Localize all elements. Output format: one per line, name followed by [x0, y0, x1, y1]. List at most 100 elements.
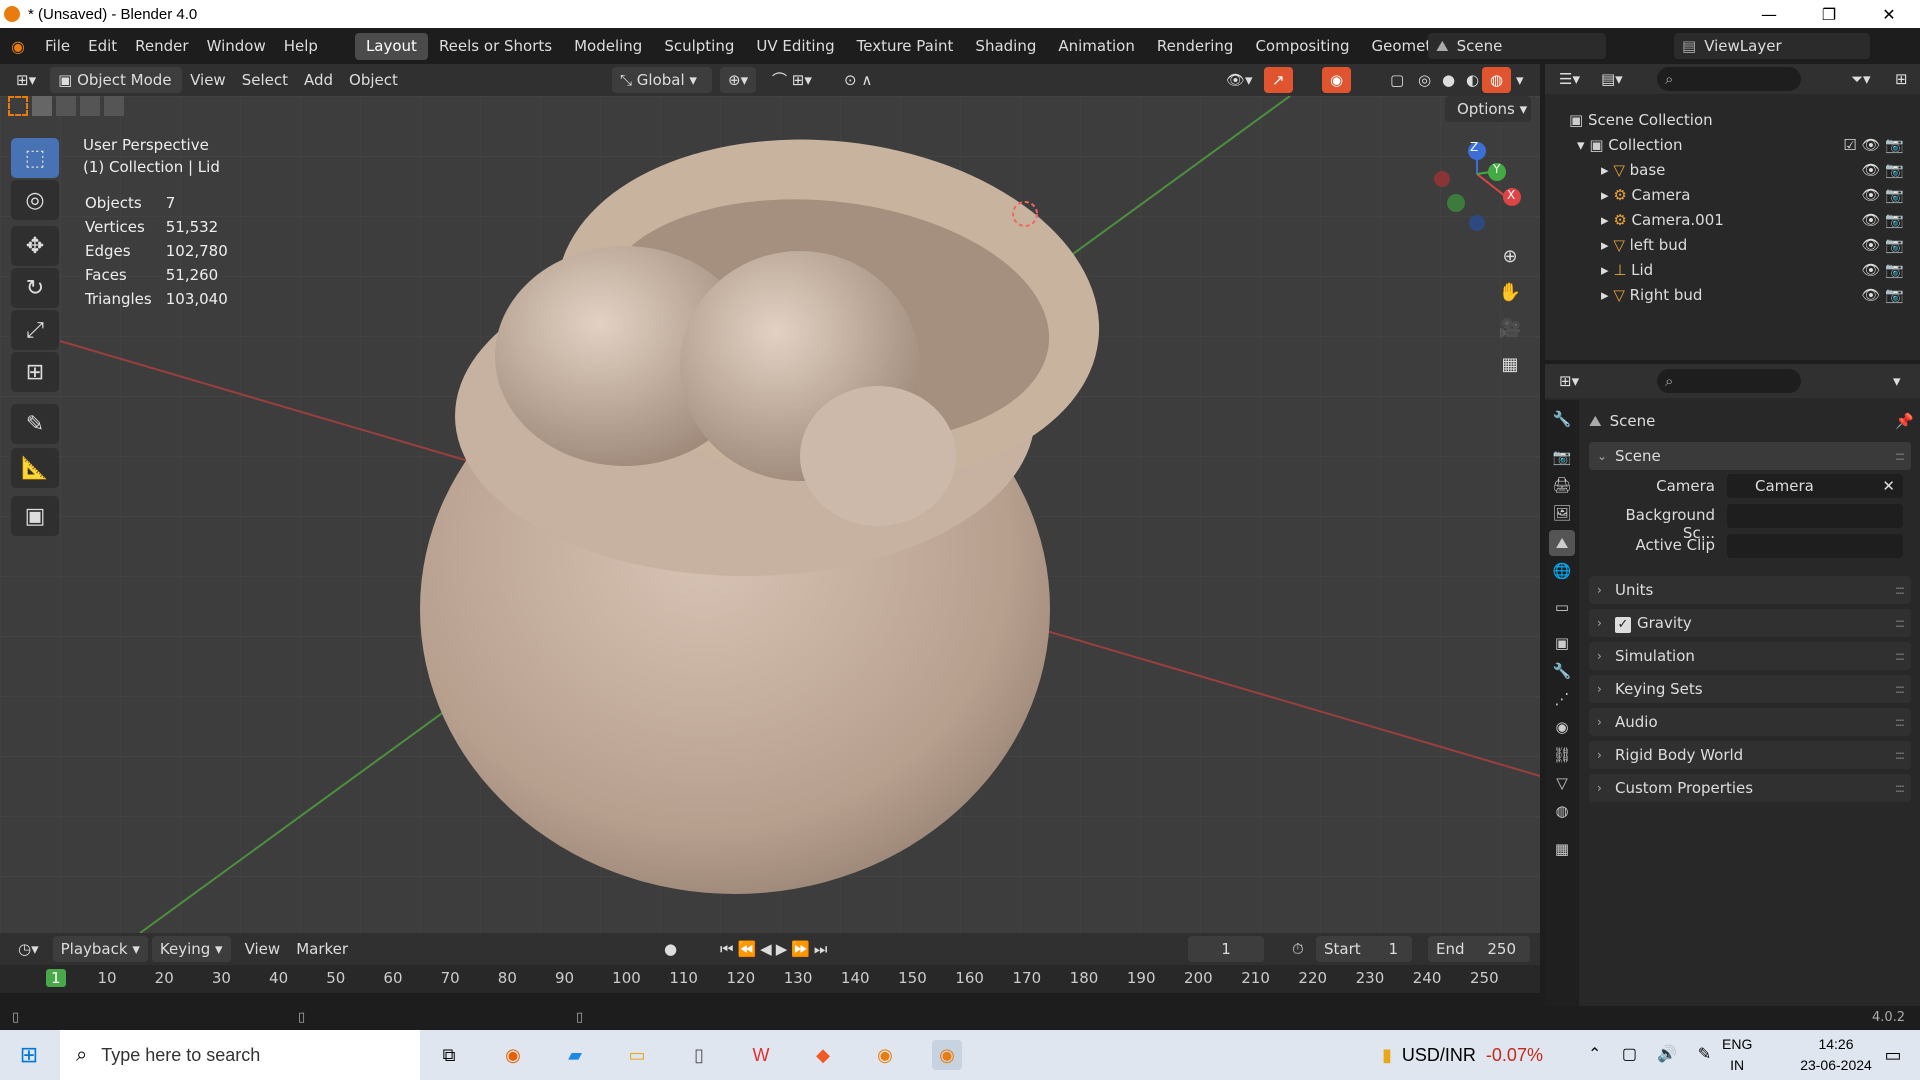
transform-orientation-dropdown[interactable]: ⤡ Global ▾ [612, 67, 712, 93]
select-subtract-icon[interactable] [56, 96, 76, 116]
select-intersect-icon[interactable] [104, 96, 124, 116]
tab-rendering[interactable]: Rendering [1146, 33, 1245, 60]
rigid-body-world-panel[interactable]: › Rigid Body World:::: [1589, 741, 1911, 769]
tab-modeling[interactable]: Modeling [563, 33, 653, 60]
overlay-toggle-icon[interactable]: ◉ [1322, 67, 1352, 93]
keying-dropdown[interactable]: Keying ▾ [151, 936, 231, 962]
move-tool-icon[interactable]: ✥ [11, 226, 59, 266]
transform-tool-icon[interactable]: ⊞ [11, 352, 59, 392]
pivot-point-icon[interactable]: ⊕▾ [720, 67, 757, 93]
outliner-item-camera-001[interactable]: ▸ ⚙ Camera.001 👁 📷 [1545, 208, 1920, 233]
minimize-button[interactable]: — [1740, 0, 1798, 28]
zoom-icon[interactable]: ⊕ [1496, 242, 1524, 270]
start-frame-field[interactable]: Start 1 [1316, 936, 1412, 962]
simulation-panel[interactable]: › Simulation:::: [1589, 642, 1911, 670]
menu-help[interactable]: Help [275, 28, 327, 64]
new-collection-icon[interactable]: ⊞ [1887, 66, 1916, 92]
properties-options-icon[interactable]: ▾ [1885, 368, 1909, 394]
row-toggles-icon[interactable]: 👁 📷 [1862, 283, 1905, 308]
annotate-tool-icon[interactable]: ✎ [11, 404, 59, 444]
menu-window[interactable]: Window [198, 28, 275, 64]
audio-panel[interactable]: › Audio:::: [1589, 708, 1911, 736]
tab-texture-paint[interactable]: Texture Paint [846, 33, 965, 60]
world-tab-icon[interactable]: 🌐 [1549, 558, 1575, 584]
editor-type-button[interactable]: ⊞▾ [8, 67, 44, 93]
physics-tab-icon[interactable]: ◉ [1549, 714, 1575, 740]
menu-edit[interactable]: Edit [79, 28, 126, 64]
tool-tab-icon[interactable]: 🔧 [1549, 406, 1575, 432]
3d-viewport[interactable]: Z Y X User Perspective (1) Collection | … [0, 96, 1540, 933]
outliner-editor-icon[interactable]: ☰▾ [1551, 66, 1588, 92]
row-toggles-icon[interactable]: 👁 📷 [1862, 183, 1905, 208]
proportional-edit-icon[interactable]: ⊙ ∧ [836, 67, 880, 93]
end-frame-field[interactable]: End 250 [1428, 936, 1530, 962]
drag-handle-icon[interactable]: :::: [1895, 442, 1905, 470]
task-view-icon[interactable]: ⧉ [434, 1040, 464, 1070]
timeline-editor-icon[interactable]: ◷▾ [10, 936, 47, 962]
particles-tab-icon[interactable]: ⋰ [1549, 686, 1575, 712]
gizmo-toggle-icon[interactable]: ↗ [1264, 67, 1293, 93]
brave-browser-icon[interactable]: ◆ [808, 1040, 838, 1070]
currency-widget[interactable]: ▮ USD/INR -0.07% [1382, 1030, 1543, 1080]
add-menu[interactable]: Add [296, 67, 341, 93]
notifications-icon[interactable]: ▭ [1878, 1040, 1908, 1070]
material-tab-icon[interactable]: ◍ [1549, 798, 1575, 824]
pan-hand-icon[interactable]: ✋ [1496, 278, 1524, 306]
filter-icon[interactable]: ⏷▾ [1843, 66, 1879, 92]
firefox-icon[interactable]: ◉ [498, 1040, 528, 1070]
menu-render[interactable]: Render [126, 28, 197, 64]
tab-compositing[interactable]: Compositing [1244, 33, 1360, 60]
row-toggles-icon[interactable]: 👁 📷 [1862, 158, 1905, 183]
tab-shading[interactable]: Shading [964, 33, 1047, 60]
close-button[interactable]: ✕ [1860, 0, 1918, 28]
playback-dropdown[interactable]: Playback ▾ [52, 936, 148, 962]
properties-editor-icon[interactable]: ⊞▾ [1551, 368, 1587, 394]
select-new-icon[interactable] [8, 96, 28, 116]
scene-panel-header[interactable]: ⌄ Scene:::: [1589, 442, 1911, 470]
visibility-icon[interactable]: 👁▾ [1218, 67, 1261, 93]
outliner-item-camera[interactable]: ▸ ⚙ Camera 👁 📷 [1545, 183, 1920, 208]
ortho-grid-icon[interactable]: ▦ [1496, 350, 1524, 378]
select-invert-icon[interactable] [80, 96, 100, 116]
object-tab-icon[interactable]: ▣ [1549, 630, 1575, 656]
menu-file[interactable]: File [36, 28, 79, 64]
wps-office-icon[interactable]: W [746, 1040, 776, 1070]
units-panel[interactable]: › Units:::: [1589, 576, 1911, 604]
row-toggles-icon[interactable]: 👁 📷 [1862, 233, 1905, 258]
outliner-item-left-bud[interactable]: ▸ ▽ left bud 👁 📷 [1545, 233, 1920, 258]
add-cube-tool-icon[interactable]: ▣ [11, 496, 59, 536]
tab-uv-editing[interactable]: UV Editing [745, 33, 845, 60]
rotate-tool-icon[interactable]: ↻ [11, 268, 59, 308]
select-box-tool-icon[interactable]: ⬚ [11, 138, 59, 178]
row-toggles-icon[interactable]: 👁 📷 [1862, 208, 1905, 233]
scene-collection-row[interactable]: ▣ Scene Collection [1545, 108, 1920, 133]
custom-properties-panel[interactable]: › Custom Properties:::: [1589, 774, 1911, 802]
scene-tab-icon[interactable]: ⛰ [1549, 530, 1575, 556]
tab-layout[interactable]: Layout [354, 32, 428, 60]
system-tray-icons[interactable]: ⌃ ▢ 🔊 ✎ [1588, 1044, 1719, 1064]
gravity-checkbox[interactable]: ✓ [1615, 617, 1631, 633]
scale-tool-icon[interactable]: ⤢ [11, 310, 59, 350]
current-frame-field[interactable]: 1 [1188, 936, 1264, 962]
blender-menu-icon[interactable]: ◉ [0, 37, 36, 56]
modifier-tab-icon[interactable]: 🔧 [1549, 658, 1575, 684]
select-extend-icon[interactable] [32, 96, 52, 116]
taskbar-search-input[interactable]: ⌕ Type here to search [60, 1030, 420, 1080]
outliner-item-base[interactable]: ▸ ▽ base 👁 📷 [1545, 158, 1920, 183]
preview-range-icon[interactable]: ⏱ [1284, 936, 1312, 962]
snap-icon[interactable]: ⌒ ⊞▾ [764, 67, 820, 93]
view-layer-tab-icon[interactable]: 🖼 [1549, 500, 1575, 526]
outliner-item-right-bud[interactable]: ▸ ▽ Right bud 👁 📷 [1545, 283, 1920, 308]
row-toggles-icon[interactable]: 👁 📷 [1862, 258, 1905, 283]
outliner-search-input[interactable]: ⌕ [1657, 67, 1801, 91]
marker-menu[interactable]: Marker [288, 936, 356, 962]
properties-search-input[interactable]: ⌕ [1657, 369, 1801, 393]
select-menu[interactable]: Select [234, 67, 296, 93]
keying-sets-panel[interactable]: › Keying Sets:::: [1589, 675, 1911, 703]
display-mode-icon[interactable]: ▤▾ [1593, 66, 1631, 92]
pin-icon[interactable]: 📌 [1895, 412, 1914, 430]
record-icon[interactable]: ● [656, 936, 685, 962]
notepad-icon[interactable]: ▯ [684, 1040, 714, 1070]
outliner-item-lid[interactable]: ▸ ⊥ Lid 👁 📷 [1545, 258, 1920, 283]
clock[interactable]: 14:26 23-06-2024 [1796, 1034, 1876, 1076]
